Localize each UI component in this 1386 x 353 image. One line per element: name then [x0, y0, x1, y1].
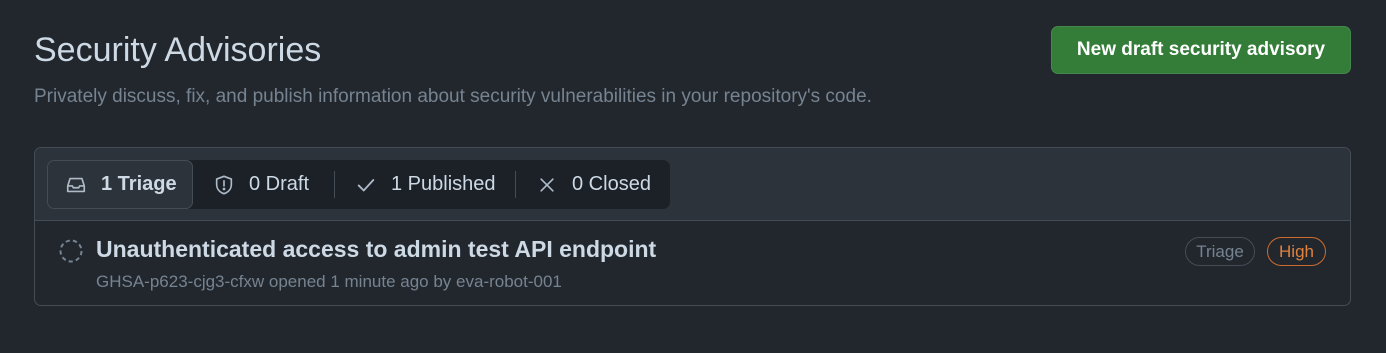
- severity-badge: High: [1267, 237, 1326, 266]
- x-icon: [536, 174, 558, 196]
- new-draft-advisory-button[interactable]: New draft security advisory: [1051, 26, 1351, 74]
- check-icon: [355, 174, 377, 196]
- inbox-icon: [65, 174, 87, 196]
- advisory-meta: GHSA-p623-cjg3-cfxw opened 1 minute ago …: [96, 272, 562, 291]
- advisory-row: Unauthenticated access to admin test API…: [35, 221, 1350, 307]
- filter-triage-label: 1 Triage: [101, 173, 177, 195]
- filter-published[interactable]: 1 Published: [335, 160, 515, 209]
- page-title: Security Advisories: [34, 31, 322, 69]
- filter-published-label: 1 Published: [391, 173, 496, 195]
- filter-closed[interactable]: 0 Closed: [516, 160, 670, 209]
- dashed-circle-icon: [58, 238, 84, 264]
- status-badge: Triage: [1185, 237, 1255, 266]
- filter-draft-label: 0 Draft: [249, 173, 310, 195]
- advisories-box-header: 1 Triage 0 Draft 1 Published 0 Closed: [35, 148, 1350, 221]
- advisories-box: 1 Triage 0 Draft 1 Published 0 Closed Un…: [34, 147, 1351, 306]
- page-subtitle: Privately discuss, fix, and publish info…: [34, 86, 872, 107]
- shield-alert-icon: [213, 174, 235, 196]
- advisory-title-link[interactable]: Unauthenticated access to admin test API…: [96, 236, 656, 263]
- security-advisories-page: Security Advisories Privately discuss, f…: [0, 0, 1386, 353]
- filter-closed-label: 0 Closed: [572, 173, 651, 195]
- filter-triage[interactable]: 1 Triage: [47, 160, 193, 209]
- filter-draft[interactable]: 0 Draft: [193, 160, 334, 209]
- state-filter-segmented-control: 1 Triage 0 Draft 1 Published 0 Closed: [47, 160, 670, 209]
